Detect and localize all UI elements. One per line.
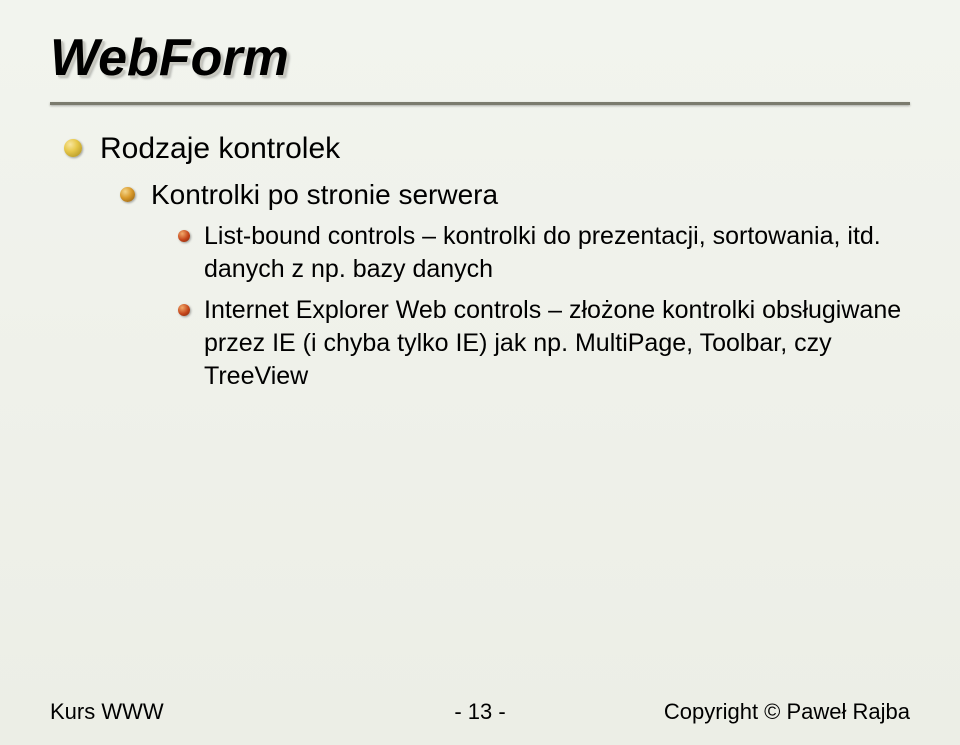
footer-page-number: - 13 - (454, 699, 505, 725)
bullet-dot-icon (64, 139, 82, 157)
slide-footer: Kurs WWW - 13 - Copyright © Paweł Rajba (0, 699, 960, 725)
bullet-level3-text: List-bound controls – kontrolki do preze… (204, 220, 910, 286)
bullet-dot-icon (178, 304, 190, 316)
slide-content: Rodzaje kontrolek Kontrolki po stronie s… (50, 129, 910, 393)
bullet-dot-icon (178, 230, 190, 242)
bullet-level3-text: Internet Explorer Web controls – złożone… (204, 294, 910, 393)
slide-title: WebForm (50, 28, 910, 88)
footer-copyright: Copyright © Paweł Rajba (506, 699, 910, 725)
bullet-level2: Kontrolki po stronie serwera (120, 177, 910, 214)
bullet-dot-icon (120, 187, 135, 202)
title-divider (50, 102, 910, 105)
slide: WebForm Rodzaje kontrolek Kontrolki po s… (0, 0, 960, 745)
bullet-level1: Rodzaje kontrolek (64, 129, 910, 169)
footer-left: Kurs WWW (50, 699, 454, 725)
bullet-level3: Internet Explorer Web controls – złożone… (178, 294, 910, 393)
bullet-level2-text: Kontrolki po stronie serwera (151, 177, 910, 214)
bullet-level1-text: Rodzaje kontrolek (100, 129, 910, 169)
bullet-level3: List-bound controls – kontrolki do preze… (178, 220, 910, 286)
